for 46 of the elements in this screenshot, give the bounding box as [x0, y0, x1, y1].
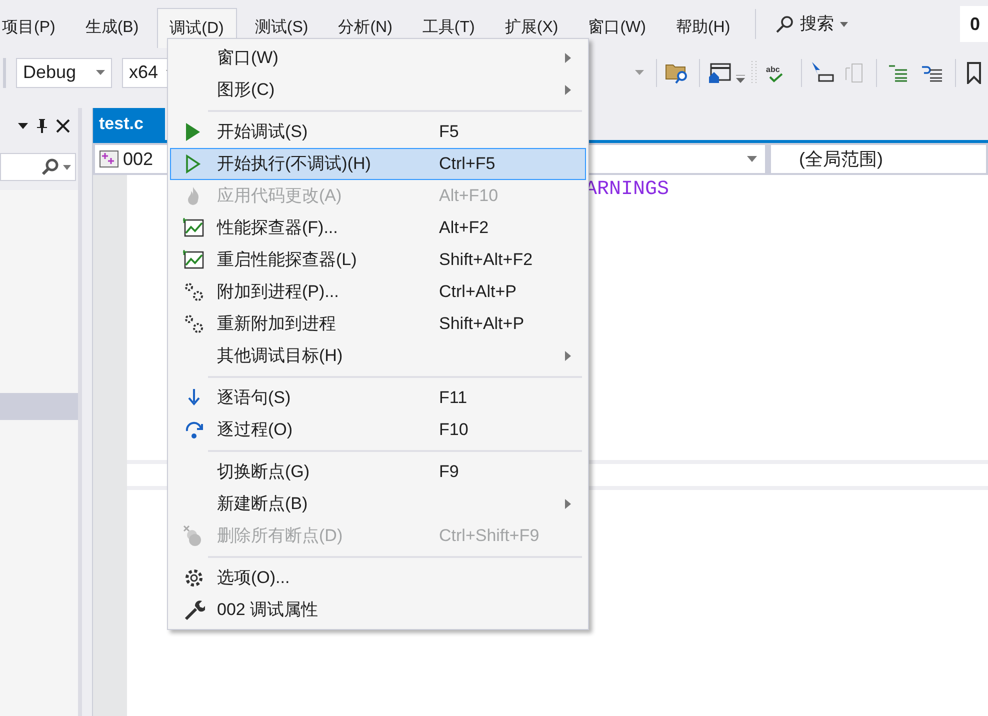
wrench-icon — [183, 599, 205, 621]
menu-item[interactable]: 重新附加到进程 Shift+Alt+P — [170, 308, 586, 340]
search-button[interactable]: 搜索 — [766, 11, 858, 37]
dropdown-arrow-icon — [96, 70, 105, 75]
close-icon[interactable] — [56, 119, 70, 133]
pin-icon[interactable] — [36, 119, 48, 133]
settings-icon — [183, 567, 205, 589]
menu-item[interactable]: 其他调试目标(H) — [170, 340, 586, 372]
step-over-icon — [183, 419, 205, 441]
bookmark-icon[interactable] — [966, 62, 982, 84]
code-line: ARNINGS — [585, 177, 670, 203]
dropdown-arrow-icon[interactable] — [18, 123, 28, 129]
search-icon — [776, 15, 794, 33]
configuration-dropdown[interactable]: Debug — [16, 58, 112, 88]
menu-item[interactable]: 逐过程(O) F10 — [170, 414, 586, 446]
menu-item[interactable]: 性能探查器(F)... Alt+F2 — [170, 212, 586, 244]
search-field[interactable] — [0, 153, 76, 181]
menu-item[interactable]: 新建断点(B) — [170, 488, 586, 520]
dropdown-arrow-icon — [840, 22, 848, 26]
chart-icon — [183, 217, 205, 239]
grip-icon — [751, 60, 757, 86]
search-icon — [41, 158, 59, 176]
indent-lines-icon[interactable] — [887, 62, 909, 82]
menu-item[interactable]: 切换断点(G) F9 — [170, 456, 586, 488]
menu-item[interactable]: 逐语句(S) F11 — [170, 382, 586, 414]
menu-item[interactable]: 开始调试(S) F5 — [170, 116, 586, 148]
menu-item[interactable]: 002 调试属性 — [170, 594, 586, 626]
menu-item[interactable]: 选项(O)... — [170, 562, 586, 594]
menu-item[interactable]: 开始执行(不调试)(H) Ctrl+F5 — [170, 148, 586, 180]
document-tab[interactable]: test.c — [93, 108, 165, 140]
folder-search-icon[interactable] — [665, 62, 689, 84]
window-home-icon[interactable] — [708, 62, 732, 84]
menu-item[interactable]: 生成(B) — [73, 8, 151, 48]
menu-item[interactable]: 重启性能探查器(L) Shift+Alt+F2 — [170, 244, 586, 276]
cursor-icon[interactable] — [810, 60, 834, 84]
document-copy-icon — [844, 62, 864, 84]
gears-icon — [183, 281, 205, 303]
menu-item[interactable]: 附加到进程(P)... Ctrl+Alt+P — [170, 276, 586, 308]
menu-item[interactable]: 项目(P) — [0, 8, 68, 48]
project-icon — [99, 150, 119, 168]
menu-item[interactable]: 帮助(H) — [664, 8, 742, 48]
gears-icon — [183, 313, 205, 335]
title-field: 0 — [960, 6, 988, 42]
dropdown-arrow-icon — [747, 156, 757, 162]
chart-icon — [183, 249, 205, 271]
scope-dropdown[interactable]: (全局范围) — [771, 145, 986, 173]
